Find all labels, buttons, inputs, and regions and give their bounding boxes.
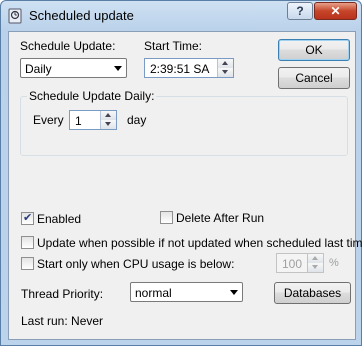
delete-after-run-checkbox[interactable] bbox=[160, 211, 173, 224]
thread-priority-label: Thread Priority: bbox=[21, 287, 104, 301]
cpu-usage-value: 100 bbox=[282, 257, 303, 271]
start-time-spinner[interactable] bbox=[217, 59, 233, 77]
enabled-label[interactable]: Enabled bbox=[37, 212, 81, 226]
window-title: Scheduled update bbox=[29, 8, 134, 23]
help-icon: ? bbox=[296, 4, 304, 18]
delete-after-run-label[interactable]: Delete After Run bbox=[176, 211, 264, 225]
cpu-usage-spinner[interactable] bbox=[307, 254, 323, 272]
every-days-input[interactable]: 1 bbox=[69, 110, 117, 130]
chevron-down-icon bbox=[114, 66, 122, 71]
close-icon: ✕ bbox=[330, 4, 341, 18]
cpu-usage-checkbox[interactable] bbox=[21, 257, 34, 270]
spin-down-icon[interactable] bbox=[101, 120, 116, 129]
thread-priority-value: normal bbox=[135, 286, 172, 300]
schedule-update-label: Schedule Update: bbox=[20, 39, 116, 53]
schedule-daily-title: Schedule Update Daily: bbox=[27, 89, 157, 103]
start-time-value: 2:39:51 SA bbox=[150, 62, 210, 76]
enabled-checkbox[interactable] bbox=[21, 211, 34, 225]
help-button[interactable]: ? bbox=[287, 2, 313, 20]
every-days-spinner[interactable] bbox=[100, 111, 116, 129]
chevron-down-icon bbox=[230, 290, 238, 295]
day-unit-label: day bbox=[127, 113, 147, 127]
dialog-window: Scheduled update ? ✕ Schedule Update: Da… bbox=[0, 0, 362, 346]
last-run-status: Last run: Never bbox=[21, 314, 104, 328]
spin-down-icon[interactable] bbox=[308, 263, 323, 272]
percent-unit-label: % bbox=[329, 257, 339, 269]
every-days-value: 1 bbox=[75, 114, 82, 128]
dialog-body: Schedule Update: Daily Start Time: 2:39:… bbox=[8, 31, 362, 340]
update-when-possible-label[interactable]: Update when possible if not updated when… bbox=[37, 236, 362, 250]
cpu-usage-input[interactable]: 100 bbox=[276, 253, 324, 273]
schedule-update-select[interactable]: Daily bbox=[20, 58, 127, 78]
cancel-button[interactable]: Cancel bbox=[278, 67, 350, 89]
close-button[interactable]: ✕ bbox=[314, 2, 357, 20]
spin-down-icon[interactable] bbox=[218, 68, 233, 77]
schedule-daily-group: Schedule Update Daily: Every 1 day bbox=[20, 89, 348, 156]
start-time-label: Start Time: bbox=[144, 39, 203, 53]
schedule-update-value: Daily bbox=[25, 62, 52, 76]
start-time-input[interactable]: 2:39:51 SA bbox=[144, 58, 234, 78]
ok-button[interactable]: OK bbox=[278, 39, 350, 61]
cpu-usage-label[interactable]: Start only when CPU usage is below: bbox=[37, 257, 234, 271]
every-label: Every bbox=[33, 113, 64, 127]
app-icon bbox=[8, 8, 22, 24]
title-bar[interactable]: Scheduled update ? ✕ bbox=[1, 1, 361, 31]
databases-button[interactable]: Databases bbox=[274, 282, 351, 304]
update-when-possible-checkbox[interactable] bbox=[21, 236, 34, 249]
thread-priority-select[interactable]: normal bbox=[130, 282, 243, 302]
